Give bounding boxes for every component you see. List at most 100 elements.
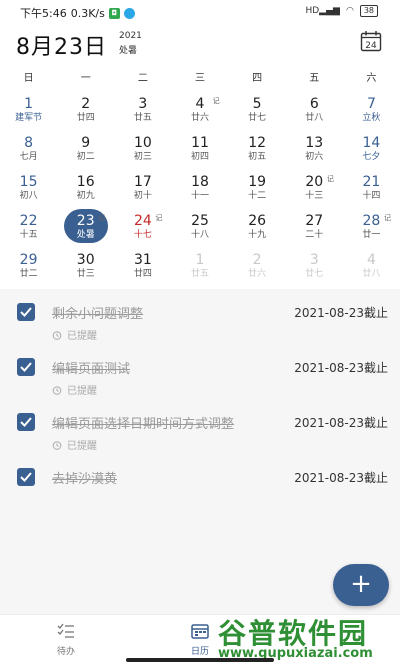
task-checkbox[interactable]: [17, 468, 35, 486]
calendar-day-17[interactable]: 17 初十: [114, 170, 171, 209]
calendar-day-19[interactable]: 19 十二: [229, 170, 286, 209]
check-icon: [20, 472, 32, 482]
calendar-day-31[interactable]: 31 廿四: [114, 248, 171, 287]
note-marker: 记: [326, 175, 334, 183]
task-checkbox[interactable]: [17, 413, 35, 431]
calendar-day-16[interactable]: 16 初九: [57, 170, 114, 209]
calendar-day-13[interactable]: 13 初六: [286, 131, 343, 170]
calendar-day-6[interactable]: 6 廿八: [286, 92, 343, 131]
calendar-day-1[interactable]: 1 建军节: [0, 92, 57, 131]
note-marker: 记: [155, 214, 163, 222]
task-due-date: 2021-08-23截止: [294, 306, 388, 320]
day-number: 6: [309, 96, 319, 112]
day-number: 26: [248, 213, 267, 229]
calendar-day-34[interactable]: 3 廿七: [286, 248, 343, 287]
year-label: 2021: [119, 31, 142, 41]
lunar-date: 初三: [133, 152, 152, 162]
calendar-day-10[interactable]: 10 初三: [114, 131, 171, 170]
calendar-day-21[interactable]: 21 十四: [343, 170, 400, 209]
calendar-day-12[interactable]: 12 初五: [229, 131, 286, 170]
day-number: 29: [19, 252, 38, 268]
lunar-date: 十八: [190, 230, 209, 240]
lunar-date: 廿五: [190, 269, 209, 279]
calendar-day-8[interactable]: 8 七月: [0, 131, 57, 170]
header: 8月23日 2021 处暑 24: [0, 24, 400, 64]
lunar-date: 建军节: [15, 113, 43, 123]
day-number: 1: [24, 96, 34, 112]
home-indicator[interactable]: [126, 658, 274, 662]
calendar-day-20[interactable]: 20 十三记: [286, 170, 343, 209]
calendar-day-24[interactable]: 24 十七记: [114, 209, 171, 248]
day-number: 2: [81, 96, 91, 112]
day-number: 30: [76, 252, 95, 268]
task-item[interactable]: 去掉沙漠黄 2021-08-23截止: [0, 462, 400, 512]
day-number: 23: [76, 213, 95, 229]
todo-list-icon: [57, 623, 74, 638]
task-checkbox[interactable]: [17, 303, 35, 321]
lunar-date: 初八: [19, 191, 38, 201]
task-item[interactable]: 编辑页面选择日期时间方式调整 2021-08-23截止 已提醒: [0, 407, 400, 457]
calendar-day-35[interactable]: 4 廿八: [343, 248, 400, 287]
task-due-date: 2021-08-23截止: [294, 416, 388, 430]
calendar-day-30[interactable]: 30 廿三: [57, 248, 114, 287]
task-item[interactable]: 编辑页面测试 2021-08-23截止 已提醒: [0, 352, 400, 402]
check-icon: [20, 362, 32, 372]
signal-icon: HD▂▄▆: [305, 6, 340, 16]
calendar-day-22[interactable]: 22 十五: [0, 209, 57, 248]
wifi-icon: ◠: [345, 6, 354, 16]
weekday-header: 日一二三四五六: [0, 69, 400, 85]
calendar-day-26[interactable]: 26 十九: [229, 209, 286, 248]
check-icon: [20, 417, 32, 427]
day-number: 20: [305, 174, 324, 190]
lunar-date: 十二: [248, 191, 267, 201]
day-number: 24: [133, 213, 152, 229]
calendar-day-2[interactable]: 2 廿四: [57, 92, 114, 131]
calendar-day-4[interactable]: 4 廿六记: [171, 92, 228, 131]
lunar-date: 廿四: [76, 113, 95, 123]
calendar-nav-icon: [191, 624, 209, 639]
note-marker: 记: [212, 97, 220, 105]
day-number: 4: [366, 252, 376, 268]
weekday-label: 日: [23, 73, 34, 84]
note-marker: 记: [383, 214, 391, 222]
calendar-day-11[interactable]: 11 初四: [171, 131, 228, 170]
today-calendar-button[interactable]: 24: [360, 30, 382, 52]
lunar-date: 廿八: [362, 269, 381, 279]
calendar-day-7[interactable]: 7 立秋: [343, 92, 400, 131]
calendar-day-9[interactable]: 9 初二: [57, 131, 114, 170]
day-number: 13: [305, 135, 324, 151]
calendar-day-3[interactable]: 3 廿五: [114, 92, 171, 131]
nav-todo[interactable]: 待办: [36, 623, 96, 657]
calendar-day-23[interactable]: 23 处暑记: [57, 209, 114, 248]
task-title: 去掉沙漠黄: [52, 472, 118, 487]
calendar-day-33[interactable]: 2 廿六: [229, 248, 286, 287]
day-number: 10: [133, 135, 152, 151]
lunar-date: 廿三: [76, 269, 95, 279]
day-number: 1: [195, 252, 205, 268]
task-due-date: 2021-08-23截止: [294, 361, 388, 375]
lunar-date: 七月: [19, 152, 38, 162]
calendar-day-18[interactable]: 18 十一: [171, 170, 228, 209]
reminder-status: 已提醒: [52, 327, 97, 342]
task-item[interactable]: 剩余小问题调整 2021-08-23截止 已提醒: [0, 297, 400, 347]
calendar-day-29[interactable]: 29 廿二: [0, 248, 57, 287]
add-task-button[interactable]: +: [333, 564, 389, 606]
calendar-day-5[interactable]: 5 廿七: [229, 92, 286, 131]
calendar-day-14[interactable]: 14 七夕: [343, 131, 400, 170]
calendar-button-day: 24: [365, 41, 377, 51]
lunar-date: 初四: [190, 152, 209, 162]
calendar-day-28[interactable]: 28 廿一记: [343, 209, 400, 248]
calendar-day-27[interactable]: 27 二十: [286, 209, 343, 248]
calendar-grid: 1 建军节 2 廿四 3 廿五 4 廿六记 5 廿七 6 廿八 7 立秋 8 七月 9 初二 10 初三 11 初四 12 初…: [0, 92, 400, 287]
day-number: 8: [24, 135, 34, 151]
alarm-clock-icon: [52, 440, 62, 450]
calendar-day-15[interactable]: 15 初八: [0, 170, 57, 209]
battery-icon: 38: [359, 5, 378, 17]
day-number: 16: [76, 174, 95, 190]
lunar-date: 十四: [362, 191, 381, 201]
task-checkbox[interactable]: [17, 358, 35, 376]
lunar-date: 二十: [305, 230, 324, 240]
day-number: 18: [191, 174, 209, 190]
calendar-day-32[interactable]: 1 廿五: [171, 248, 228, 287]
calendar-day-25[interactable]: 25 十八: [171, 209, 228, 248]
